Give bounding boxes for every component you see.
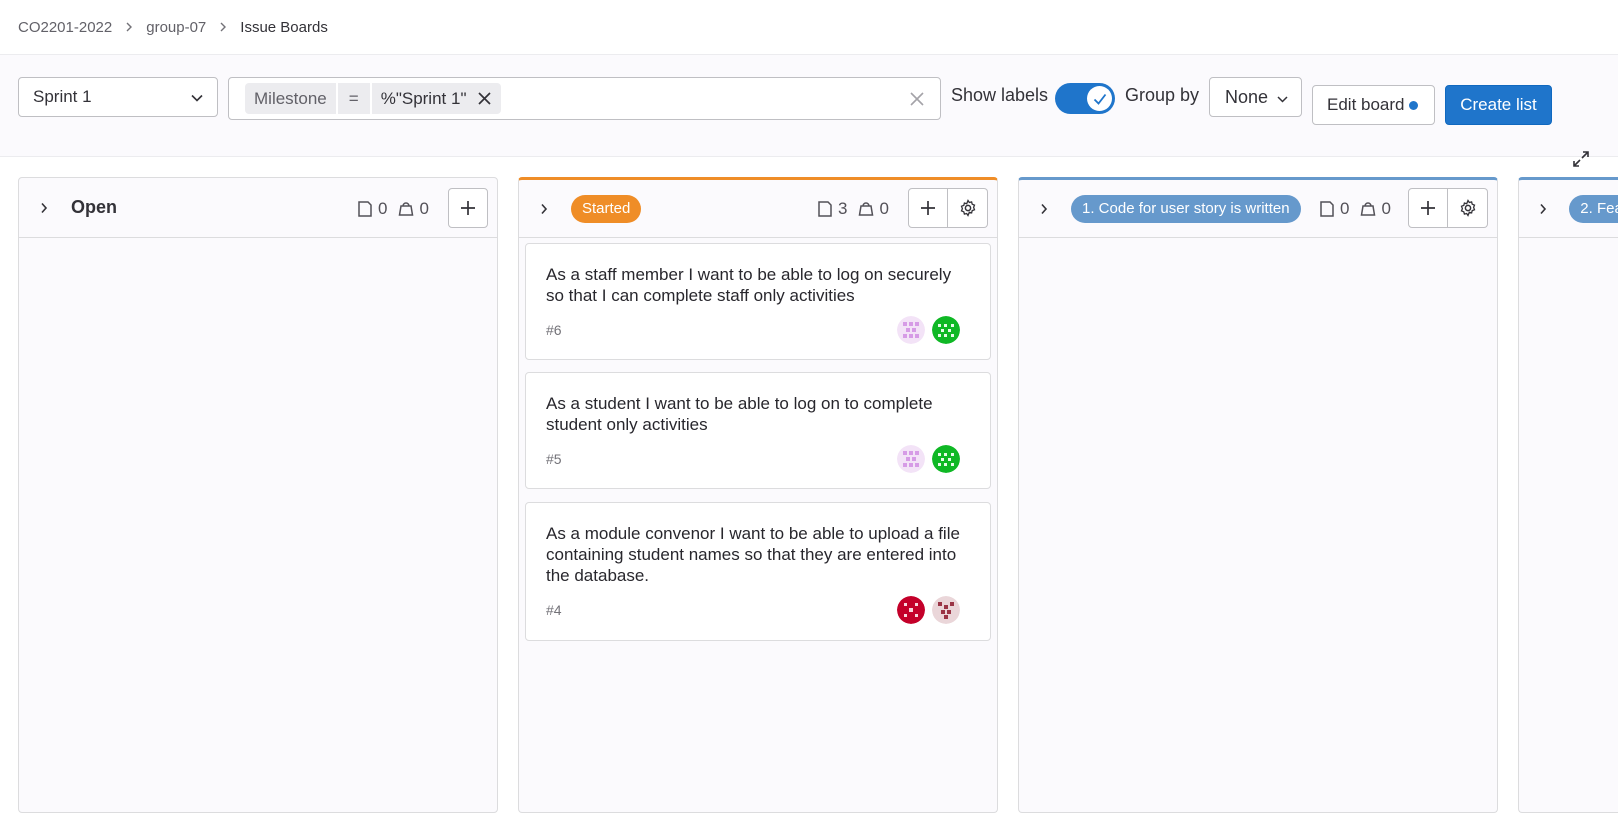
gear-icon [960,199,975,217]
issues-icon [817,200,833,218]
edit-board-button[interactable]: Edit board [1312,85,1435,125]
weight-icon [858,201,874,217]
chevron-right-icon [124,22,134,32]
board-filter-bar: Sprint 1 Milestone = %"Sprint 1" Show la… [0,54,1618,167]
issue-card[interactable]: As a staff member I want to be able to l… [525,243,991,360]
issue-reference: #6 [546,322,562,338]
list-label-pill[interactable]: 1. Code for user story is written [1071,194,1301,223]
weight-icon [398,201,414,217]
issue-title[interactable]: As a staff member I want to be able to l… [546,264,966,306]
list-settings-button[interactable] [1448,188,1488,228]
create-list-button[interactable]: Create list [1445,85,1552,125]
list-counts: 0 0 [1319,199,1402,219]
list-label-pill[interactable]: Started [571,194,642,223]
issues-icon [357,200,373,218]
list-settings-button[interactable] [948,188,988,228]
filter-search-input[interactable]: Milestone = %"Sprint 1" [228,77,941,120]
assignee-avatar[interactable] [897,316,925,344]
chevron-right-icon[interactable] [1535,200,1551,218]
issue-card[interactable]: As a student I want to be able to log on… [525,372,991,489]
assignee-avatar[interactable] [932,445,960,473]
list-header: Open 0 0 [19,178,497,238]
issue-count: 0 [1340,199,1350,218]
plus-icon [921,201,935,215]
chevron-down-icon [191,87,203,107]
checkmark-icon [1087,86,1112,111]
clear-search-icon[interactable] [908,90,926,108]
show-labels-label: Show labels [951,85,1049,105]
group-by-label: Group by [1125,85,1200,105]
unsaved-dot-icon [1408,100,1418,110]
board-list-started: Started 3 0 As a staff member I want to … [518,177,998,813]
filter-token-name: Milestone [245,83,336,114]
assignee-avatar[interactable] [897,596,925,624]
chevron-right-icon [218,22,228,32]
plus-icon [1421,201,1435,215]
new-issue-button[interactable] [1408,188,1448,228]
new-issue-button[interactable] [448,188,488,228]
assignee-avatar[interactable] [932,316,960,344]
milestone-select-value: Sprint 1 [33,87,92,106]
board-list-open: Open 0 0 [18,177,498,813]
assignee-avatar[interactable] [932,596,960,624]
milestone-select[interactable]: Sprint 1 [18,77,218,117]
breadcrumb: CO2201-2022 group-07 Issue Boards [18,0,328,54]
plus-icon [461,201,475,215]
assignee-avatar[interactable] [897,445,925,473]
issue-title[interactable]: As a student I want to be able to log on… [546,393,966,435]
issue-count: 3 [838,199,848,218]
group-by-select[interactable]: None [1209,77,1302,117]
chevron-right-icon[interactable] [35,199,53,217]
chevron-right-icon[interactable] [1035,200,1053,218]
breadcrumb-group[interactable]: CO2201-2022 [18,19,112,36]
show-labels-toggle[interactable] [1055,83,1115,114]
weight-icon [1360,201,1376,217]
list-counts: 3 0 [817,199,900,219]
chevron-down-icon [1277,87,1288,108]
weight-count: 0 [419,199,429,218]
group-by-value: None [1225,86,1269,107]
list-label-pill[interactable]: 2. Feat [1569,194,1618,223]
issue-title[interactable]: As a module convenor I want to be able t… [546,523,966,586]
list-title: Open [71,197,118,217]
chevron-right-icon[interactable] [535,200,553,218]
weight-count: 0 [1381,199,1391,218]
new-issue-button[interactable] [908,188,948,228]
filter-token-value: %"Sprint 1" [371,83,502,114]
edit-board-label: Edit board [1327,95,1405,114]
gear-icon [1460,199,1475,217]
board-list-feature: 2. Feat [1518,177,1618,813]
issue-card[interactable]: As a module convenor I want to be able t… [525,502,991,641]
issue-count: 0 [378,199,388,218]
list-header: 1. Code for user story is written 0 0 [1019,180,1497,238]
breadcrumb-current[interactable]: Issue Boards [240,19,328,36]
issue-board: Open 0 0 Started 3 0 As a staff member I… [0,157,1618,825]
list-counts: 0 0 [357,199,440,219]
breadcrumb-project[interactable]: group-07 [146,19,206,36]
issue-reference: #4 [546,602,562,618]
close-icon[interactable] [478,92,492,105]
issue-reference: #5 [546,451,562,467]
list-header: Started 3 0 [519,180,997,238]
issues-icon [1319,200,1335,218]
filter-token[interactable]: Milestone = %"Sprint 1" [245,83,502,114]
board-list-code-written: 1. Code for user story is written 0 0 [1018,177,1498,813]
filter-token-operator: = [337,83,370,114]
list-header: 2. Feat [1519,180,1618,238]
weight-count: 0 [879,199,889,218]
